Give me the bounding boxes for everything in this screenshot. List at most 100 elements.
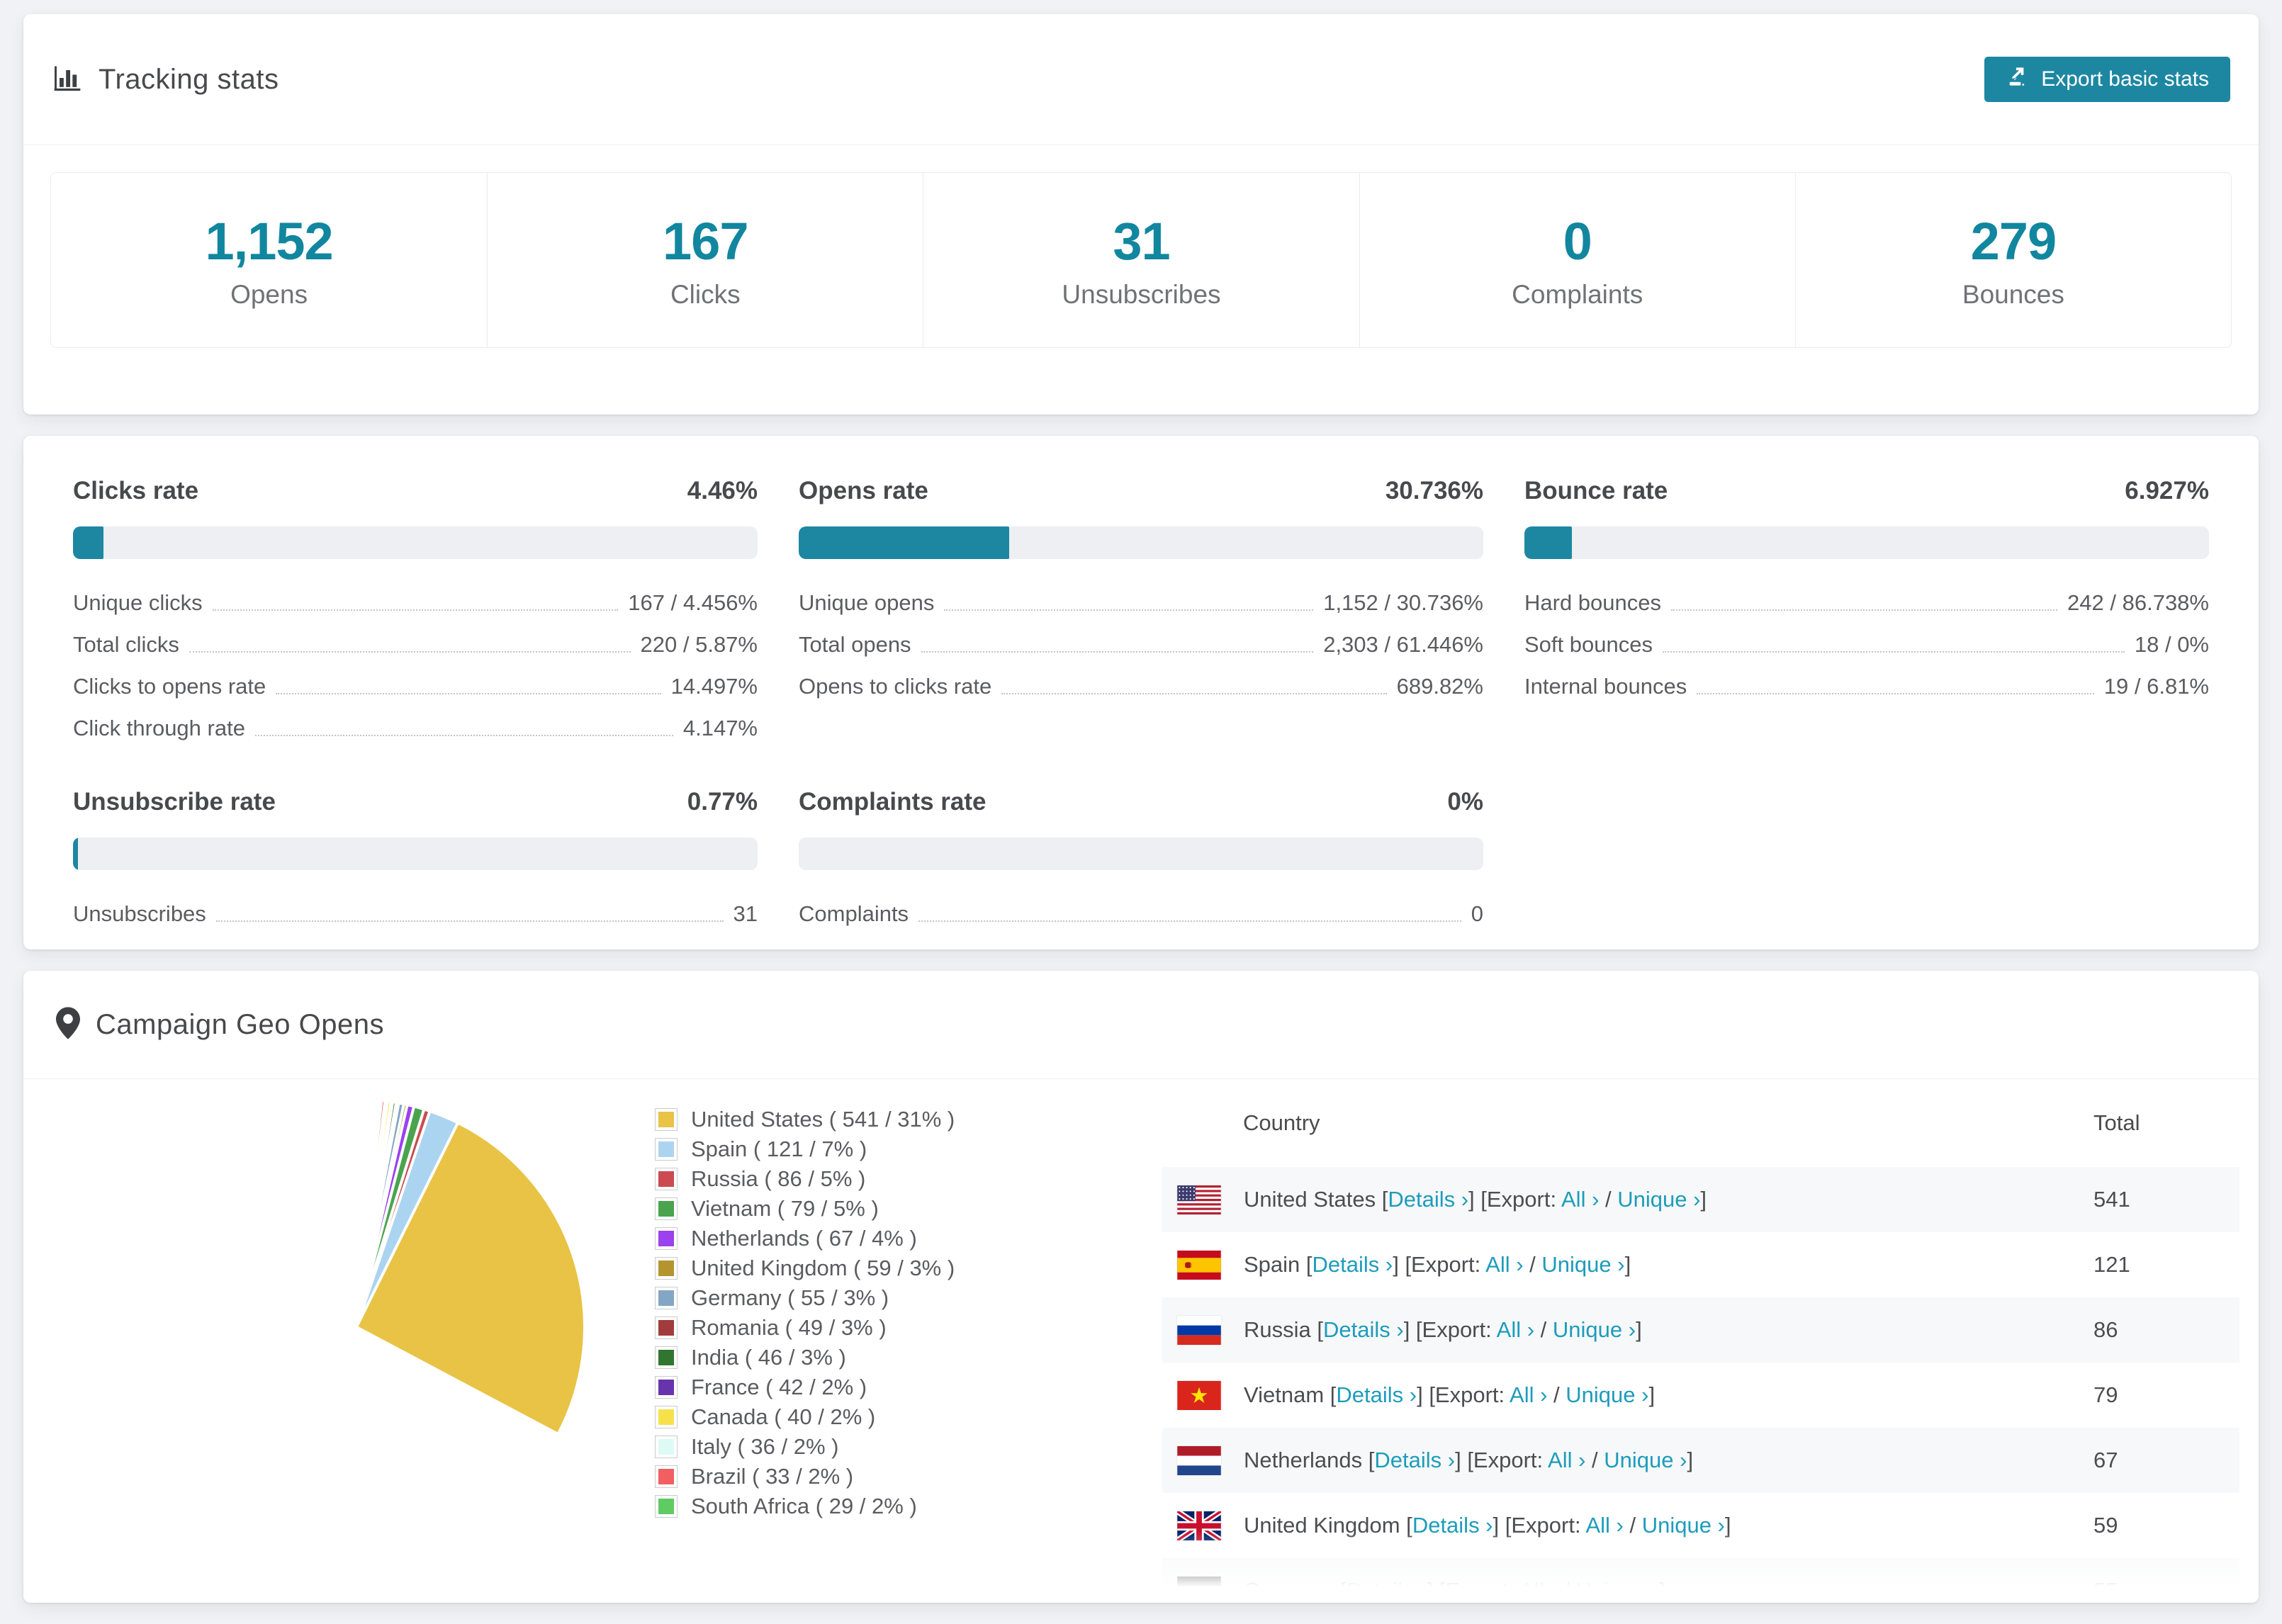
tracking-stats-card: Tracking stats Export basic stats 1,152: [23, 14, 2259, 415]
export-all-link[interactable]: All ›: [1548, 1448, 1585, 1472]
rate-detail-row: Hard bounces 242 / 86.738%: [1524, 590, 2209, 615]
country-column-header: Country: [1243, 1110, 1320, 1135]
total-column-header: Total: [2093, 1110, 2140, 1135]
export-unique-link[interactable]: Unique ›: [1604, 1448, 1687, 1472]
details-link[interactable]: Details ›: [1347, 1578, 1427, 1603]
country-total: 67: [2093, 1448, 2118, 1472]
vn-flag-icon: [1177, 1380, 1221, 1410]
dotted-leader: [254, 735, 673, 736]
details-link[interactable]: Details ›: [1412, 1513, 1493, 1538]
details-link[interactable]: Details ›: [1336, 1382, 1417, 1407]
dotted-leader: [1001, 693, 1387, 694]
legend-swatch: [656, 1168, 677, 1190]
summary-clicks: 167 Clicks: [487, 173, 923, 347]
export-unique-link[interactable]: Unique ›: [1617, 1187, 1700, 1212]
country-total: 121: [2093, 1252, 2130, 1277]
legend-item: France ( 42 / 2% ): [656, 1372, 955, 1402]
legend-swatch: [656, 1198, 677, 1219]
geo-table-header-row: Country Total: [1162, 1079, 2239, 1167]
legend-item: Canada ( 40 / 2% ): [656, 1402, 955, 1432]
export-all-link[interactable]: All ›: [1485, 1252, 1523, 1277]
details-link[interactable]: Details ›: [1323, 1317, 1404, 1342]
dotted-leader: [215, 920, 724, 922]
legend-swatch: [656, 1466, 677, 1487]
complaints-rate-bar: [799, 838, 1483, 870]
dotted-leader: [276, 693, 661, 694]
export-basic-stats-button[interactable]: Export basic stats: [1984, 57, 2230, 102]
bar-chart-icon: [52, 62, 83, 97]
rate-detail-row: Unique opens 1,152 / 30.736%: [799, 590, 1483, 615]
legend-item: Germany ( 55 / 3% ): [656, 1283, 955, 1313]
gb-flag-icon: [1177, 1511, 1221, 1540]
legend-item: Vietnam ( 79 / 5% ): [656, 1194, 955, 1224]
export-button-label: Export basic stats: [2041, 67, 2209, 91]
legend-swatch: [656, 1317, 677, 1338]
export-unique-link[interactable]: Unique ›: [1553, 1317, 1636, 1342]
dotted-leader: [212, 609, 619, 611]
export-all-link[interactable]: All ›: [1497, 1317, 1534, 1342]
legend-swatch: [656, 1287, 677, 1309]
es-flag-icon: [1177, 1250, 1221, 1280]
legend-item: United Kingdom ( 59 / 3% ): [656, 1253, 955, 1283]
legend-swatch: [656, 1406, 677, 1428]
export-unique-link[interactable]: Unique ›: [1566, 1382, 1648, 1407]
rate-detail-row: Soft bounces 18 / 0%: [1524, 632, 2209, 657]
legend-item: India ( 46 / 3% ): [656, 1343, 955, 1372]
export-all-link[interactable]: All ›: [1519, 1578, 1557, 1603]
opens-count: 1,152: [205, 211, 334, 271]
clicks-count: 167: [663, 211, 748, 271]
export-unique-link[interactable]: Unique ›: [1541, 1252, 1624, 1277]
summary-bounces: 279 Bounces: [1794, 173, 2231, 347]
details-link[interactable]: Details ›: [1374, 1448, 1455, 1472]
unsubscribe-rate-bar: [73, 838, 758, 870]
legend-item: Spain ( 121 / 7% ): [656, 1134, 955, 1164]
legend-swatch: [656, 1377, 677, 1398]
unsubscribe-rate-block: Unsubscribe rate 0.77% Unsubscribes 31: [73, 788, 758, 926]
dotted-leader: [921, 651, 1314, 653]
opens-rate-block: Opens rate 30.736% Unique opens 1,152 / 3…: [799, 477, 1483, 699]
legend-item: Brazil ( 33 / 2% ): [656, 1462, 955, 1492]
legend-swatch: [656, 1258, 677, 1279]
legend-item: Italy ( 36 / 2% ): [656, 1432, 955, 1462]
geo-table-row: Germany [Details ›] [Export: All › / Uni…: [1162, 1558, 2239, 1603]
dotted-leader: [1671, 609, 2058, 611]
legend-swatch: [656, 1228, 677, 1249]
geo-opens-header: Campaign Geo Opens: [23, 971, 2259, 1079]
rate-detail-row: Clicks to opens rate 14.497%: [73, 674, 758, 699]
geo-opens-card: Campaign Geo Opens United States ( 541 /…: [23, 971, 2259, 1603]
export-unique-link[interactable]: Unique ›: [1642, 1513, 1725, 1538]
country-total: 59: [2093, 1513, 2118, 1538]
bounces-count: 279: [1970, 211, 2057, 271]
rate-detail-row: Total clicks 220 / 5.87%: [73, 632, 758, 657]
geo-country-table: Country Total United States [Details ›] …: [1162, 1079, 2239, 1603]
pie-legend: United States ( 541 / 31% ) Spain ( 121 /…: [656, 1105, 955, 1521]
details-link[interactable]: Details ›: [1388, 1187, 1468, 1212]
export-all-link[interactable]: All ›: [1585, 1513, 1623, 1538]
rate-detail-row: Opens to clicks rate 689.82%: [799, 674, 1483, 699]
us-flag-icon: [1177, 1185, 1221, 1214]
summary-opens: 1,152 Opens: [205, 211, 334, 309]
bounce-rate-bar: [1524, 526, 2209, 559]
country-total: 55: [2093, 1578, 2118, 1603]
rate-detail-row: Internal bounces 19 / 6.81%: [1524, 674, 2209, 699]
rate-detail-row: Click through rate 4.147%: [73, 716, 758, 740]
export-all-link[interactable]: All ›: [1510, 1382, 1547, 1407]
export-icon: [2006, 64, 2030, 94]
export-all-link[interactable]: All ›: [1561, 1187, 1599, 1212]
legend-item: Romania ( 49 / 3% ): [656, 1313, 955, 1343]
pie-slice: [355, 1097, 359, 1328]
summary-complaints: 0 Complaints: [1359, 173, 1795, 347]
details-link[interactable]: Details ›: [1313, 1252, 1393, 1277]
bounce-rate-block: Bounce rate 6.927% Hard bounces 242 / 86.…: [1524, 477, 2209, 699]
country-total: 541: [2093, 1187, 2130, 1212]
legend-swatch: [656, 1436, 677, 1457]
rates-card: Clicks rate 4.46% Unique clicks 167 / 4.4…: [23, 436, 2259, 949]
export-unique-link[interactable]: Unique ›: [1576, 1578, 1659, 1603]
rate-detail-row: Complaints 0: [799, 901, 1483, 926]
rate-detail-row: Unique clicks 167 / 4.456%: [73, 590, 758, 615]
rate-detail-row: Unsubscribes 31: [73, 901, 758, 926]
geo-table-row: Russia [Details ›] [Export: All › / Uniq…: [1162, 1297, 2239, 1363]
geo-table-row: Netherlands [Details ›] [Export: All › /…: [1162, 1428, 2239, 1493]
summary-stats-row: 1,152 Opens 167 Clicks 31 Unsubscribes 0…: [50, 172, 2232, 348]
nl-flag-icon: [1177, 1445, 1221, 1475]
